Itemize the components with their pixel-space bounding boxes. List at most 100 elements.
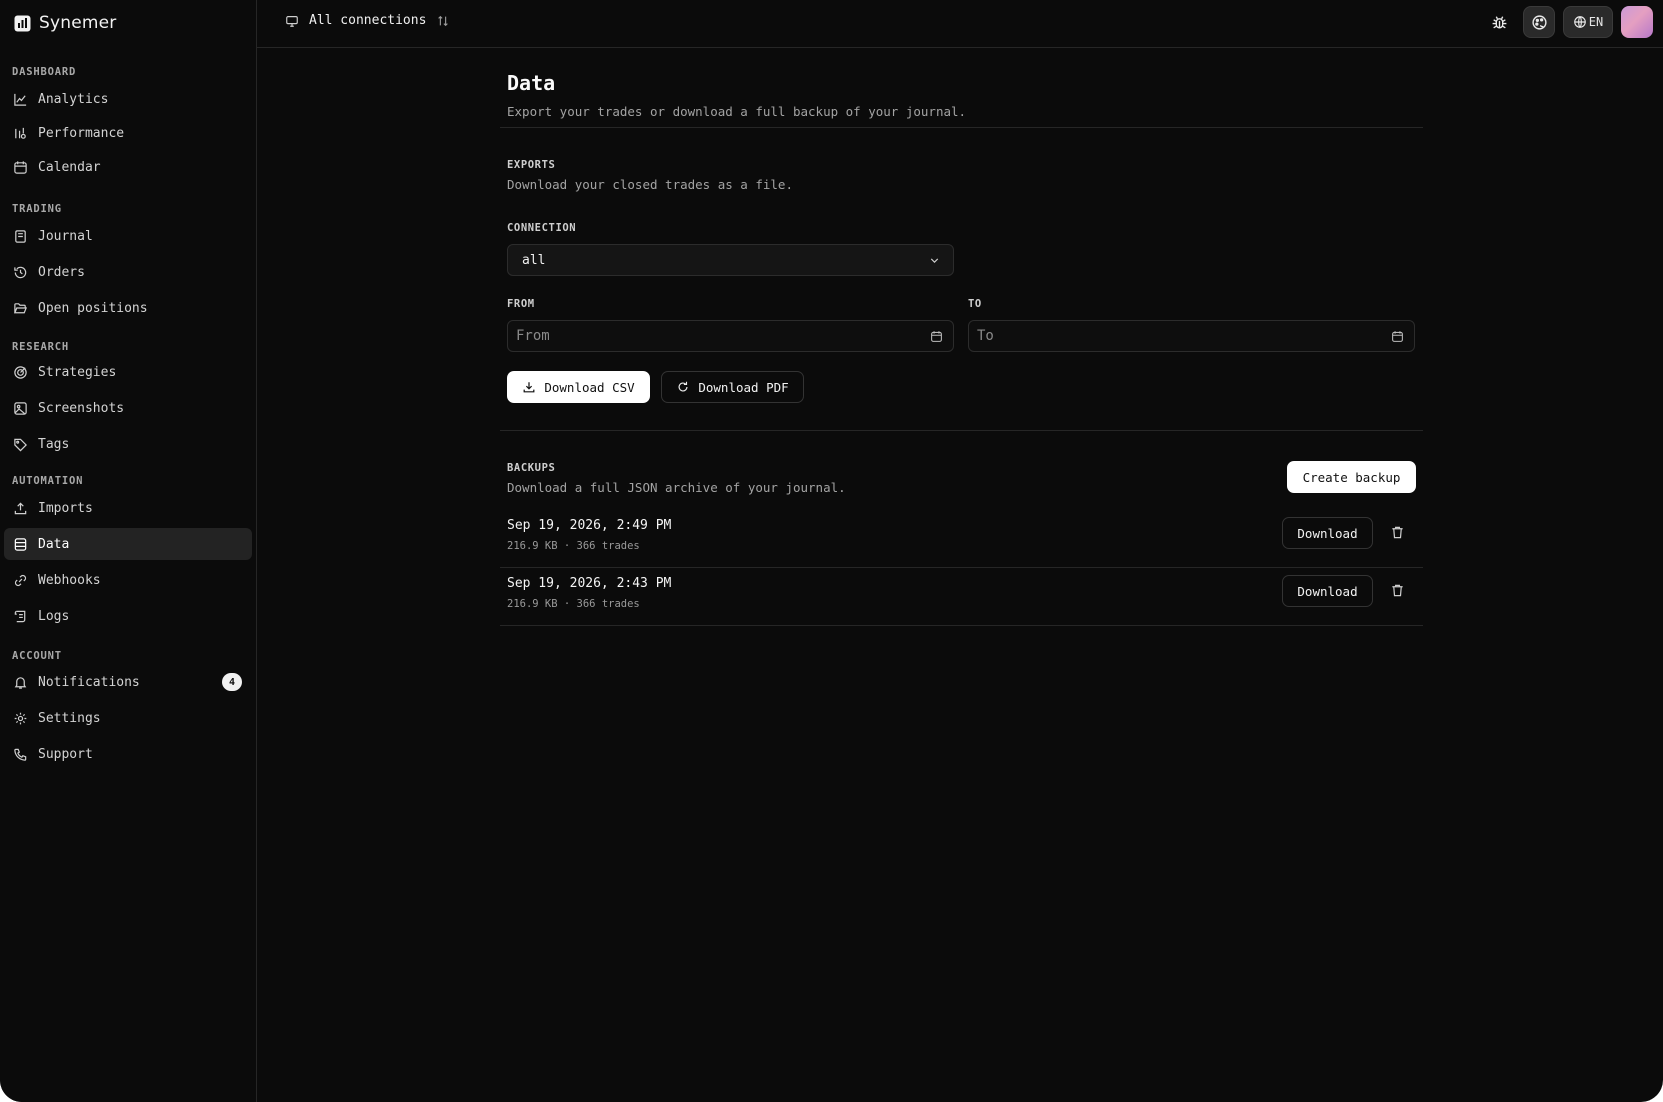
backup-row: Sep 19, 2026, 2:43 PM 216.9 KB · 366 tra… [500,568,1423,626]
sidebar-item-data[interactable]: Data [4,528,252,560]
trash-icon[interactable] [1390,583,1405,598]
backup-meta: 216.9 KB · 366 trades [507,540,640,552]
sidebar-item-tags[interactable]: Tags [4,428,252,460]
download-csv-label: Download CSV [544,379,635,395]
sidebar-item-imports[interactable]: Imports [4,492,252,524]
nav-group-trading: TRADING [12,203,62,215]
target-icon [14,365,27,379]
sidebar-item-label: Data [38,536,70,552]
sidebar-item-performance[interactable]: Performance [4,117,252,149]
sidebar-item-notifications[interactable]: Notifications 4 [4,666,252,698]
notification-count-badge: 4 [222,673,242,691]
sidebar-item-label: Imports [38,500,93,516]
sidebar-item-open-positions[interactable]: Open positions [4,292,252,324]
sidebar-item-label: Open positions [38,300,148,316]
sidebar-item-settings[interactable]: Settings [4,702,252,734]
backup-download-label: Download [1297,525,1358,541]
chevron-down-icon [930,258,939,263]
gear-icon [14,712,27,724]
app-window: Synemer DASHBOARD Analytics Performance … [0,0,1663,1102]
calendar-icon[interactable] [1391,330,1404,343]
logo-icon [14,15,31,31]
backups-section-label: BACKUPS [507,462,556,474]
sidebar-item-analytics[interactable]: Analytics [4,83,252,115]
avatar[interactable] [1621,6,1653,38]
download-csv-button[interactable]: Download CSV [507,371,650,403]
sidebar-item-label: Logs [38,608,70,624]
sidebar-item-label: Tags [38,436,70,452]
to-date-input[interactable]: To [968,320,1415,352]
nav-group-automation: AUTOMATION [12,475,84,487]
sidebar-item-webhooks[interactable]: Webhooks [4,564,252,596]
from-date-placeholder: From [516,328,550,344]
sidebar-item-label: Strategies [38,364,117,380]
nav-group-account: ACCOUNT [12,650,62,662]
sidebar-item-logs[interactable]: Logs [4,600,252,632]
sidebar-item-orders[interactable]: Orders [4,256,252,288]
connection-switcher[interactable]: All connections [285,13,450,28]
backup-row: Sep 19, 2026, 2:49 PM 216.9 KB · 366 tra… [500,510,1423,568]
bug-icon [1492,15,1506,29]
history-icon [14,266,27,278]
backup-date: Sep 19, 2026, 2:43 PM [507,576,672,591]
sidebar-item-label: Calendar [38,159,101,175]
sidebar: Synemer DASHBOARD Analytics Performance … [0,0,257,1102]
connection-switcher-label: All connections [309,13,427,28]
exports-section-label: EXPORTS [507,159,556,171]
backups-description: Download a full JSON archive of your jou… [507,480,846,495]
to-field-label: TO [968,298,982,310]
from-field-label: FROM [507,298,535,310]
journal-icon [15,229,26,243]
theme-toggle-button[interactable] [1523,6,1555,38]
download-pdf-label: Download PDF [698,379,789,395]
upload-icon [14,501,27,514]
sidebar-item-label: Analytics [38,91,109,107]
link-icon [14,574,27,586]
tag-icon [14,438,27,451]
globe-icon [1573,16,1586,28]
scroll-icon [14,610,26,622]
bug-report-button[interactable] [1483,6,1515,38]
sidebar-item-calendar[interactable]: Calendar [4,151,252,183]
backup-download-label: Download [1297,583,1358,599]
download-pdf-button[interactable]: Download PDF [661,371,804,403]
language-switcher[interactable]: EN [1563,6,1613,38]
connection-select[interactable]: all [507,244,954,276]
backup-date: Sep 19, 2026, 2:49 PM [507,518,672,533]
divider [500,430,1423,431]
sidebar-item-label: Notifications [38,674,140,690]
backup-download-button[interactable]: Download [1282,517,1373,549]
download-icon [523,382,535,393]
create-backup-button[interactable]: Create backup [1287,461,1416,493]
divider [500,127,1423,128]
nav-group-research: RESEARCH [12,341,69,353]
connection-field-label: CONNECTION [507,222,577,234]
file-refresh-icon [678,381,688,392]
connection-select-value: all [522,252,546,268]
backup-download-button[interactable]: Download [1282,575,1373,607]
sidebar-item-screenshots[interactable]: Screenshots [4,392,252,424]
sidebar-item-label: Orders [38,264,85,280]
top-actions: EN [1483,6,1653,38]
brand[interactable]: Synemer [14,11,117,35]
folder-open-icon [13,302,28,313]
brand-name: Synemer [39,13,117,33]
sidebar-item-label: Performance [38,125,125,141]
sort-arrows-icon [438,15,449,26]
sidebar-item-support[interactable]: Support [4,738,252,770]
calendar-icon[interactable] [930,330,943,343]
sidebar-item-label: Screenshots [38,400,125,416]
page-subtitle: Export your trades or download a full ba… [507,104,967,119]
calendar-icon [14,160,27,174]
phone-icon [14,748,27,761]
exports-description: Download your closed trades as a file. [507,177,793,192]
trash-icon[interactable] [1390,525,1405,540]
chart-line-icon [14,93,27,106]
sidebar-item-journal[interactable]: Journal [4,220,252,252]
monitor-icon [286,15,298,27]
from-date-input[interactable]: From [507,320,954,352]
image-icon [14,401,27,415]
sidebar-item-strategies[interactable]: Strategies [4,356,252,388]
sidebar-item-label: Journal [38,228,93,244]
sidebar-item-label: Support [38,746,93,762]
